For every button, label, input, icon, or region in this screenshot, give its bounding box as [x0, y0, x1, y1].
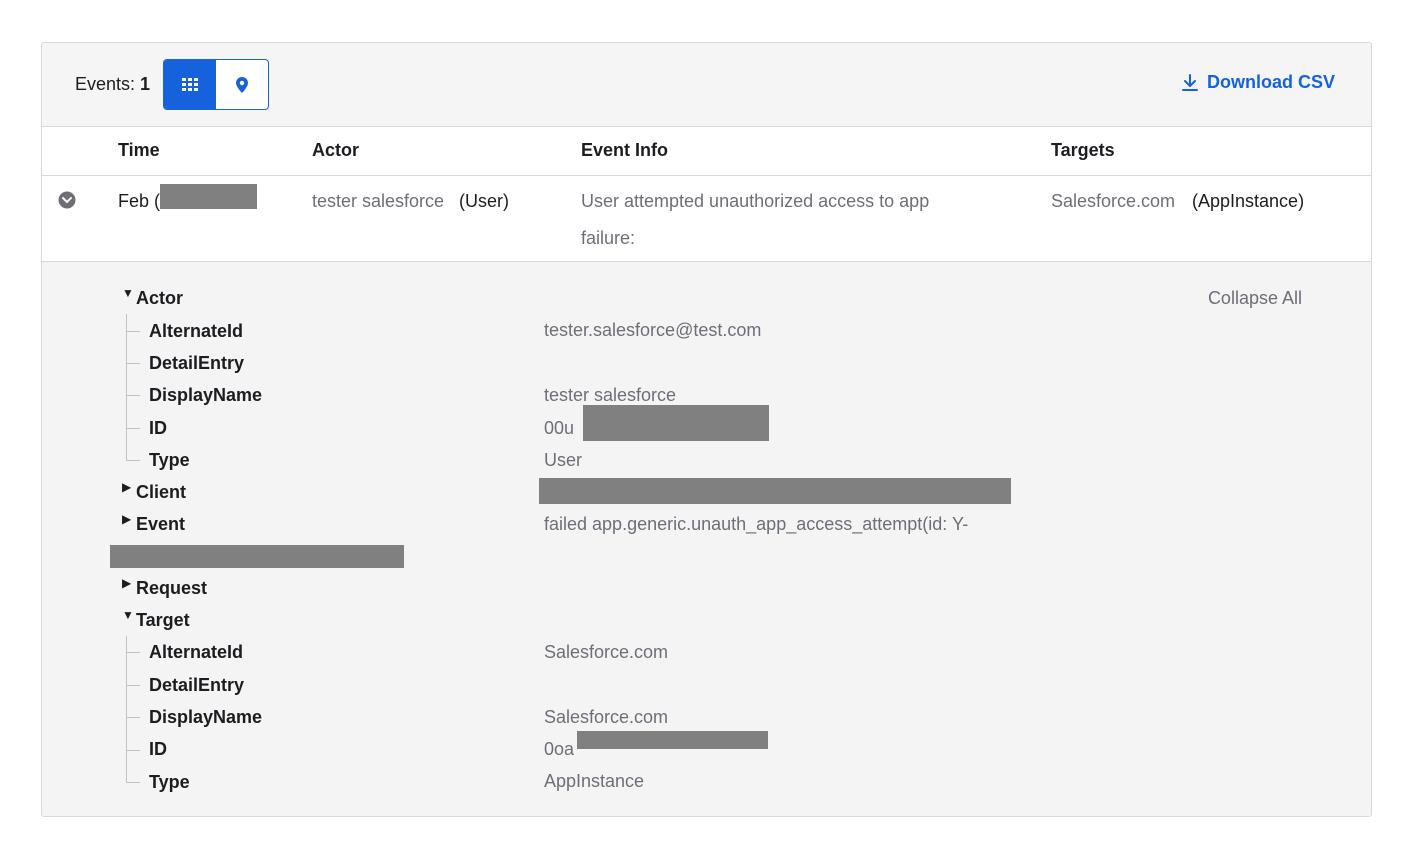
download-icon: [1181, 73, 1198, 91]
tree-node-client[interactable]: Client: [136, 482, 186, 503]
actor-type-label: Type: [149, 450, 190, 470]
download-csv-link[interactable]: Download CSV: [1181, 72, 1335, 93]
map-view-button[interactable]: [216, 60, 268, 109]
event-info: User attempted unauthorized access to ap…: [581, 191, 930, 211]
tree-branch: [126, 750, 140, 751]
redacted-time: [160, 184, 257, 209]
target-detail-entry-label: DetailEntry: [149, 675, 245, 695]
column-header-actor[interactable]: Actor: [312, 140, 359, 161]
target-id-value: 0oa: [544, 739, 575, 759]
target-display-name-label: DisplayName: [149, 707, 263, 727]
tree-node-event[interactable]: Event: [136, 514, 185, 535]
column-header-event-info[interactable]: Event Info: [581, 140, 668, 161]
tree-branch: [126, 395, 140, 396]
tree-branch: [126, 363, 140, 364]
target-name[interactable]: Salesforce.com: [1051, 191, 1175, 212]
tree-branch: [126, 685, 140, 686]
caret-right-icon[interactable]: ▶: [122, 512, 131, 526]
actor-alternate-id-label: AlternateId: [149, 321, 244, 341]
target-type-label: Type: [149, 772, 190, 792]
tree-branch: [126, 331, 140, 332]
caret-right-icon[interactable]: ▶: [122, 576, 131, 590]
target-type-value: AppInstance: [544, 771, 645, 791]
actor-name[interactable]: tester salesforce: [312, 191, 444, 212]
table-row[interactable]: Feb ( tester salesforce (User) User atte…: [42, 176, 1371, 262]
tree-branch: [126, 782, 140, 783]
target-alternate-id-value: Salesforce.com: [544, 642, 669, 662]
tree-branch: [126, 717, 140, 718]
actor-id-value: 00u: [544, 418, 575, 438]
tree-node-actor[interactable]: Actor: [136, 288, 183, 309]
actor-detail-entry-label: DetailEntry: [149, 353, 245, 373]
tree-branch: [126, 460, 140, 461]
tree-connector: [126, 314, 127, 461]
tree-node-target[interactable]: Target: [136, 610, 190, 631]
target-type: (AppInstance): [1192, 191, 1305, 211]
grid-icon: [182, 77, 198, 91]
actor-display-name-value: tester salesforce: [544, 385, 677, 405]
column-header-time[interactable]: Time: [118, 140, 160, 161]
table-header: Time Actor Event Info Targets: [42, 127, 1371, 176]
actor-id-label: ID: [149, 418, 167, 438]
redacted-event-id: [110, 545, 404, 568]
events-label: Events:: [75, 74, 136, 94]
actor-alternate-id-value: tester.salesforce@test.com: [544, 320, 762, 340]
target-alternate-id-label: AlternateId: [149, 642, 244, 662]
events-toolbar: Events: 1 Download CSV: [42, 43, 1371, 127]
actor-type: (User): [459, 191, 509, 211]
collapse-all-link[interactable]: Collapse All: [1208, 288, 1302, 309]
grid-view-button[interactable]: [164, 60, 216, 109]
actor-type-value: User: [544, 450, 583, 470]
view-toggle: [163, 59, 269, 110]
tree-connector: [126, 636, 127, 783]
caret-right-icon[interactable]: ▶: [122, 480, 131, 494]
redacted-client: [539, 478, 1011, 504]
redacted-actor-id: [583, 405, 769, 441]
actor-display-name-label: DisplayName: [149, 385, 263, 405]
events-count-value: 1: [140, 74, 151, 94]
tree-branch: [126, 652, 140, 653]
target-id-label: ID: [149, 739, 167, 759]
system-log-panel: Events: 1 Download CSV Time Actor Event …: [41, 42, 1372, 817]
event-detail-tree: Collapse All ▼ Actor AlternateId tester.…: [42, 262, 1371, 816]
expand-toggle-icon[interactable]: [58, 191, 76, 209]
target-display-name-value: Salesforce.com: [544, 707, 669, 727]
download-csv-label: Download CSV: [1206, 72, 1335, 92]
event-value: failed app.generic.unauth_app_access_att…: [544, 514, 969, 534]
redacted-target-id: [577, 731, 768, 749]
event-time: Feb (: [118, 191, 161, 211]
tree-branch: [126, 428, 140, 429]
event-outcome: failure:: [581, 228, 636, 248]
caret-down-icon[interactable]: ▼: [122, 286, 134, 300]
caret-down-icon[interactable]: ▼: [122, 608, 134, 622]
tree-node-request[interactable]: Request: [136, 578, 207, 599]
map-pin-icon: [236, 76, 248, 93]
column-header-targets[interactable]: Targets: [1051, 140, 1115, 161]
events-count: Events: 1: [75, 74, 150, 95]
